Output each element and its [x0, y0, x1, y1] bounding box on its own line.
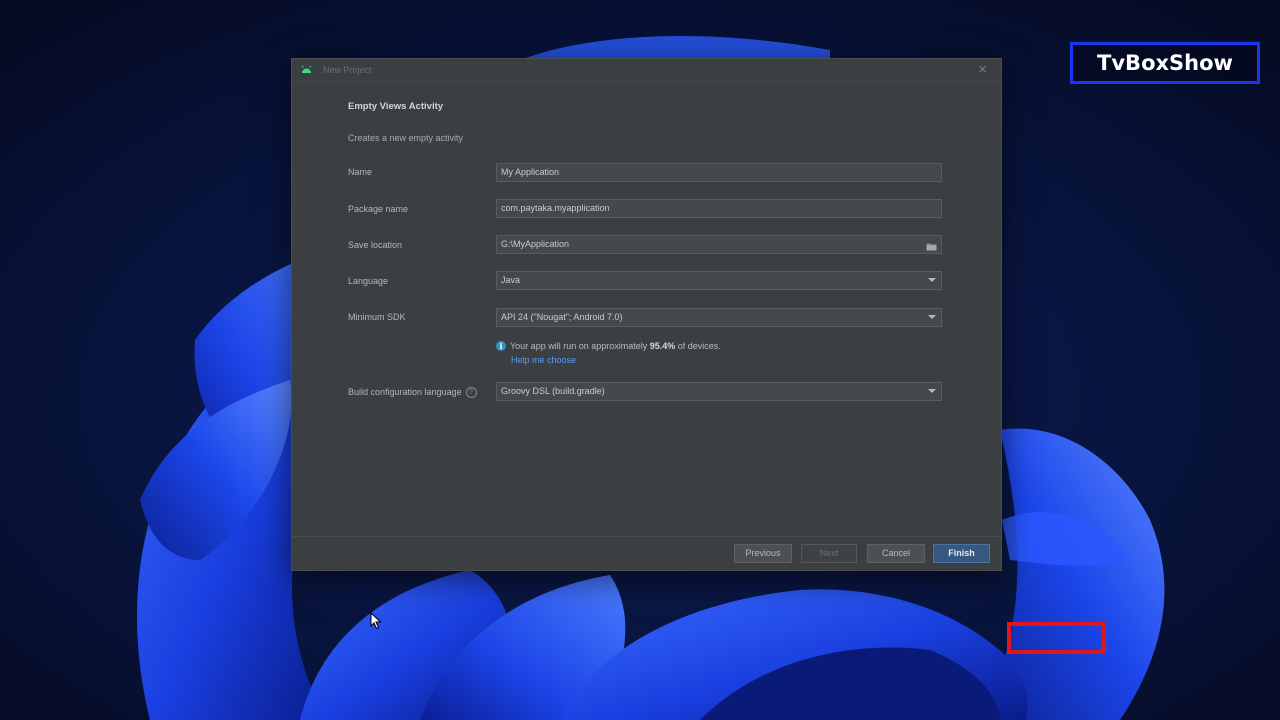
- build-config-language-label: Build configuration language?: [348, 387, 477, 399]
- name-input[interactable]: My Application: [496, 163, 942, 182]
- save-location-input[interactable]: G:\MyApplication: [496, 235, 942, 254]
- highlight-box: [1007, 622, 1106, 654]
- chevron-down-icon: [928, 278, 936, 282]
- template-heading: Empty Views Activity: [348, 101, 444, 112]
- name-label: Name: [348, 167, 373, 177]
- template-description: Creates a new empty activity: [348, 133, 464, 143]
- close-icon[interactable]: ✕: [978, 63, 987, 76]
- build-config-language-select[interactable]: Groovy DSL (build.gradle): [496, 382, 942, 401]
- minimum-sdk-value: API 24 ("Nougat"; Android 7.0): [501, 312, 623, 322]
- finish-button[interactable]: Finish: [933, 544, 990, 563]
- footer-divider: [292, 536, 1001, 537]
- watermark-logo: TvBoxShow: [1070, 42, 1260, 84]
- chevron-down-icon: [928, 389, 936, 393]
- language-select[interactable]: Java: [496, 271, 942, 290]
- package-name-label: Package name: [348, 204, 409, 214]
- dialog-title: New Project: [323, 65, 372, 75]
- next-button[interactable]: Next: [801, 544, 857, 563]
- info-icon: i: [496, 341, 506, 351]
- help-icon[interactable]: ?: [465, 387, 477, 399]
- chevron-down-icon: [928, 315, 936, 319]
- language-label: Language: [348, 276, 389, 286]
- build-config-language-value: Groovy DSL (build.gradle): [501, 386, 605, 396]
- new-project-dialog: New Project ✕ Empty Views Activity Creat…: [291, 58, 1002, 571]
- sdk-coverage-text: Your app will run on approximately 95.4%…: [510, 341, 721, 351]
- minimum-sdk-select[interactable]: API 24 ("Nougat"; Android 7.0): [496, 308, 942, 327]
- package-name-input[interactable]: com.paytaka.myapplication: [496, 199, 942, 218]
- save-location-value: G:\MyApplication: [501, 239, 570, 249]
- mouse-cursor-icon: [370, 611, 382, 635]
- folder-icon[interactable]: [926, 240, 937, 257]
- help-me-choose-link[interactable]: Help me choose: [511, 355, 576, 365]
- name-value: My Application: [501, 167, 560, 177]
- previous-button[interactable]: Previous: [734, 544, 792, 563]
- package-name-value: com.paytaka.myapplication: [501, 203, 610, 213]
- cancel-button[interactable]: Cancel: [867, 544, 925, 563]
- save-location-label: Save location: [348, 240, 403, 250]
- dialog-titlebar[interactable]: New Project ✕: [292, 59, 1001, 82]
- minimum-sdk-label: Minimum SDK: [348, 312, 406, 322]
- android-icon: [301, 65, 312, 77]
- coverage-percent: 95.4%: [649, 341, 676, 351]
- language-value: Java: [501, 275, 521, 285]
